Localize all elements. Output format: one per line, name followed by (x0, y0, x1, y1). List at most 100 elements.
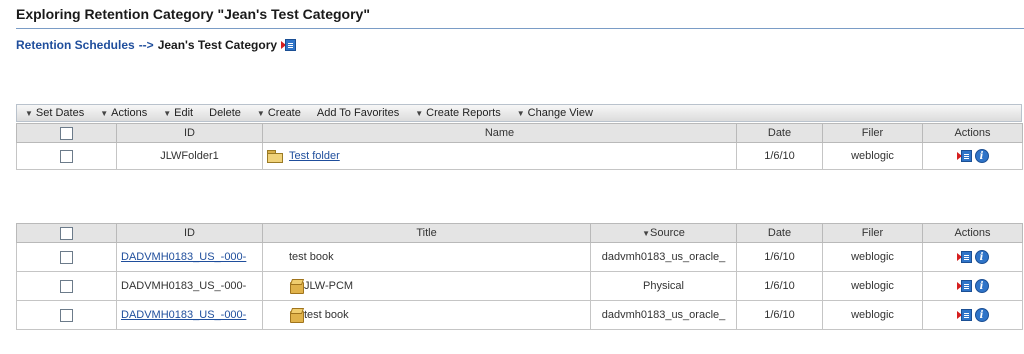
info-icon[interactable]: i (974, 308, 989, 322)
source-cell: Physical (590, 271, 737, 301)
chevron-down-icon: ▼ (642, 229, 651, 238)
row-select-cell (16, 271, 117, 301)
breadcrumb-link-retention-schedules[interactable]: Retention Schedules (16, 38, 135, 52)
info-icon[interactable]: i (974, 279, 989, 293)
title-text: JLW-PCM (304, 279, 354, 292)
breadcrumb: Retention Schedules --> Jean's Test Cate… (16, 38, 297, 52)
actions-menu-icon[interactable] (956, 250, 973, 264)
id-cell: DADVMH0183_US_-000- (116, 300, 263, 330)
filer-cell: weblogic (822, 142, 923, 170)
delete-button[interactable]: Delete (201, 107, 249, 119)
breadcrumb-separator: --> (138, 38, 154, 52)
actions-menu[interactable]: ▼ Actions (92, 107, 155, 119)
actions-label: Actions (111, 107, 148, 119)
toolbar: ▼ Set Dates ▼ Actions ▼ Edit Delete ▼ Create… (16, 104, 1022, 122)
filer-cell: weblogic (822, 271, 923, 301)
folder-icon (267, 150, 283, 164)
id-column-header[interactable]: ID (116, 123, 263, 143)
title-divider (16, 28, 1024, 29)
table-row: DADVMH0183_US_-000- test book dadvmh0183… (16, 300, 1023, 330)
select-all-header (16, 123, 117, 143)
actions-menu-icon[interactable] (956, 279, 973, 293)
create-menu[interactable]: ▼ Create (249, 107, 309, 119)
actions-cell: i (922, 271, 1023, 301)
info-icon[interactable]: i (974, 250, 989, 264)
title-cell: test book (262, 300, 591, 330)
select-all-header (16, 223, 117, 243)
filer-cell: weblogic (822, 242, 923, 272)
source-cell: dadvmh0183_us_oracle_ (590, 300, 737, 330)
select-all-checkbox[interactable] (60, 126, 73, 140)
actions-cell: i (922, 242, 1023, 272)
actions-cell: i (922, 300, 1023, 330)
title-cell: test book (262, 242, 591, 272)
breadcrumb-current: Jean's Test Category (157, 38, 278, 52)
date-cell: 1/6/10 (736, 300, 823, 330)
actions-column-header: Actions (922, 223, 1023, 243)
id-cell: DADVMH0183_US_-000- (116, 242, 263, 272)
row-checkbox[interactable] (60, 149, 73, 163)
items-table: ID Title ▼Source Date Filer Actions DADV… (16, 223, 1023, 330)
item-id-link[interactable]: DADVMH0183_US_-000- (121, 309, 246, 321)
change-view-menu[interactable]: ▼ Change View (509, 107, 601, 119)
page-title: Exploring Retention Category "Jean's Tes… (16, 6, 370, 22)
chevron-down-icon: ▼ (100, 108, 109, 118)
row-checkbox[interactable] (60, 308, 73, 322)
source-header-label: Source (650, 227, 685, 239)
name-column-header[interactable]: Name (262, 123, 737, 143)
item-id-link[interactable]: DADVMH0183_US_-000- (121, 251, 246, 263)
actions-menu-icon[interactable] (956, 308, 973, 322)
create-reports-menu[interactable]: ▼ Create Reports (407, 107, 509, 119)
id-column-header[interactable]: ID (116, 223, 263, 243)
create-label: Create (267, 107, 301, 119)
package-icon (289, 308, 304, 323)
row-select-cell (16, 300, 117, 330)
delete-label: Delete (209, 107, 241, 119)
date-cell: 1/6/10 (736, 242, 823, 272)
actions-menu-icon[interactable] (956, 149, 973, 163)
select-all-checkbox[interactable] (60, 226, 73, 240)
set-dates-label: Set Dates (35, 107, 85, 119)
row-checkbox[interactable] (60, 279, 73, 293)
filer-column-header[interactable]: Filer (822, 123, 923, 143)
folder-link[interactable]: Test folder (289, 150, 340, 162)
chevron-down-icon: ▼ (256, 108, 265, 118)
filer-column-header[interactable]: Filer (822, 223, 923, 243)
edit-menu[interactable]: ▼ Edit (155, 107, 201, 119)
folders-table: ID Name Date Filer Actions JLWFolder1 Te… (16, 123, 1023, 170)
source-column-header[interactable]: ▼Source (590, 223, 737, 243)
chevron-down-icon: ▼ (516, 108, 525, 118)
table-row: JLWFolder1 Test folder 1/6/10 weblogic i (16, 142, 1023, 170)
row-select-cell (16, 142, 117, 170)
filer-cell: weblogic (822, 300, 923, 330)
actions-cell: i (922, 142, 1023, 170)
edit-label: Edit (174, 107, 194, 119)
info-icon[interactable]: i (974, 149, 989, 163)
add-to-favorites-button[interactable]: Add To Favorites (309, 107, 407, 119)
table-row: DADVMH0183_US_-000- test book dadvmh0183… (16, 242, 1023, 272)
add-to-favorites-label: Add To Favorites (316, 107, 400, 119)
row-select-cell (16, 242, 117, 272)
row-checkbox[interactable] (60, 250, 73, 264)
table-row: DADVMH0183_US_-000- JLW-PCM Physical 1/6… (16, 271, 1023, 301)
set-dates-menu[interactable]: ▼ Set Dates (17, 107, 92, 119)
title-cell: JLW-PCM (262, 271, 591, 301)
chevron-down-icon: ▼ (25, 108, 33, 118)
package-icon (289, 279, 304, 294)
date-column-header[interactable]: Date (736, 223, 823, 243)
chevron-down-icon: ▼ (415, 108, 424, 118)
create-reports-label: Create Reports (426, 107, 501, 119)
id-cell: DADVMH0183_US_-000- (116, 271, 263, 301)
id-cell: JLWFolder1 (116, 142, 263, 170)
actions-menu-icon[interactable] (281, 38, 297, 52)
title-column-header[interactable]: Title (262, 223, 591, 243)
date-column-header[interactable]: Date (736, 123, 823, 143)
title-text: test book (304, 308, 349, 321)
chevron-down-icon: ▼ (163, 108, 172, 118)
source-cell: dadvmh0183_us_oracle_ (590, 242, 737, 272)
date-cell: 1/6/10 (736, 271, 823, 301)
date-cell: 1/6/10 (736, 142, 823, 170)
name-cell: Test folder (262, 142, 737, 170)
change-view-label: Change View (527, 107, 593, 119)
actions-column-header: Actions (922, 123, 1023, 143)
